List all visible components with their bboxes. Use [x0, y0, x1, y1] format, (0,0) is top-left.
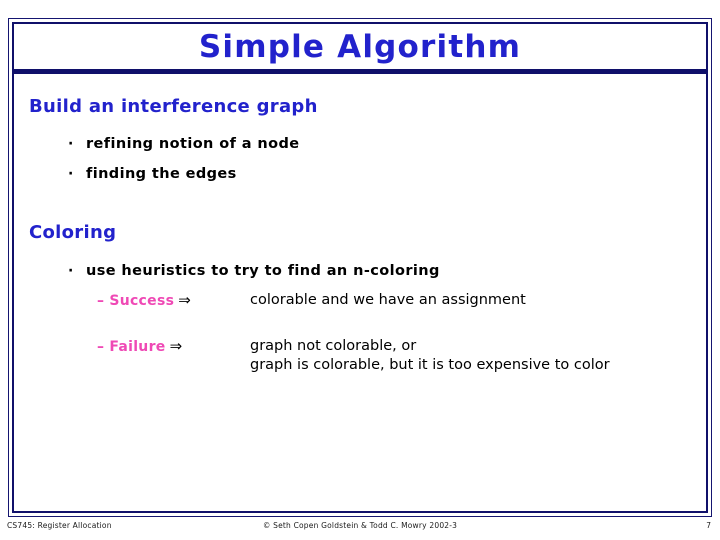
list-item-label: refining notion of a node: [86, 136, 300, 152]
list-item: · finding the edges: [68, 166, 237, 182]
outcome-label-text: Failure: [109, 339, 166, 355]
bullet-dot-icon: ·: [68, 166, 74, 182]
slide-title-area: Simple Algorithm: [14, 24, 706, 70]
list-item-label: use heuristics to try to find an n-color…: [86, 263, 440, 279]
implies-arrow-icon: ⇒: [169, 337, 183, 355]
bullet-dot-icon: ·: [68, 263, 74, 279]
outcome-description-line: graph is colorable, but it is too expens…: [250, 357, 610, 373]
footer-page-number: 7: [706, 521, 711, 530]
footer-copyright: © Seth Copen Goldstein & Todd C. Mowry 2…: [262, 521, 458, 530]
outcome-description-line: colorable and we have an assignment: [250, 292, 526, 308]
slide-content: Build an interference graph · refining no…: [0, 74, 720, 514]
outcome-description-success: colorable and we have an assignment: [250, 291, 526, 310]
implies-arrow-icon: ⇒: [178, 291, 192, 309]
dash-bullet-icon: –: [97, 339, 105, 355]
slide-footer: CS745: Register Allocation © Seth Copen …: [0, 521, 720, 537]
outcome-description-line: graph not colorable, or: [250, 338, 417, 354]
dash-bullet-icon: –: [97, 293, 105, 309]
outcome-label-success: – Success ⇒: [97, 291, 191, 309]
outcome-label-text: Success: [109, 293, 175, 309]
outcome-description-failure: graph not colorable, or graph is colorab…: [250, 337, 610, 375]
section-heading-coloring: Coloring: [29, 222, 117, 243]
list-item-label: finding the edges: [86, 166, 237, 182]
page-title: Simple Algorithm: [198, 28, 522, 65]
list-item: · refining notion of a node: [68, 136, 299, 152]
outcome-label-failure: – Failure ⇒: [97, 337, 182, 355]
section-heading-build-interference-graph: Build an interference graph: [29, 96, 318, 117]
bullet-dot-icon: ·: [68, 136, 74, 152]
list-item: · use heuristics to try to find an n-colo…: [68, 263, 440, 279]
